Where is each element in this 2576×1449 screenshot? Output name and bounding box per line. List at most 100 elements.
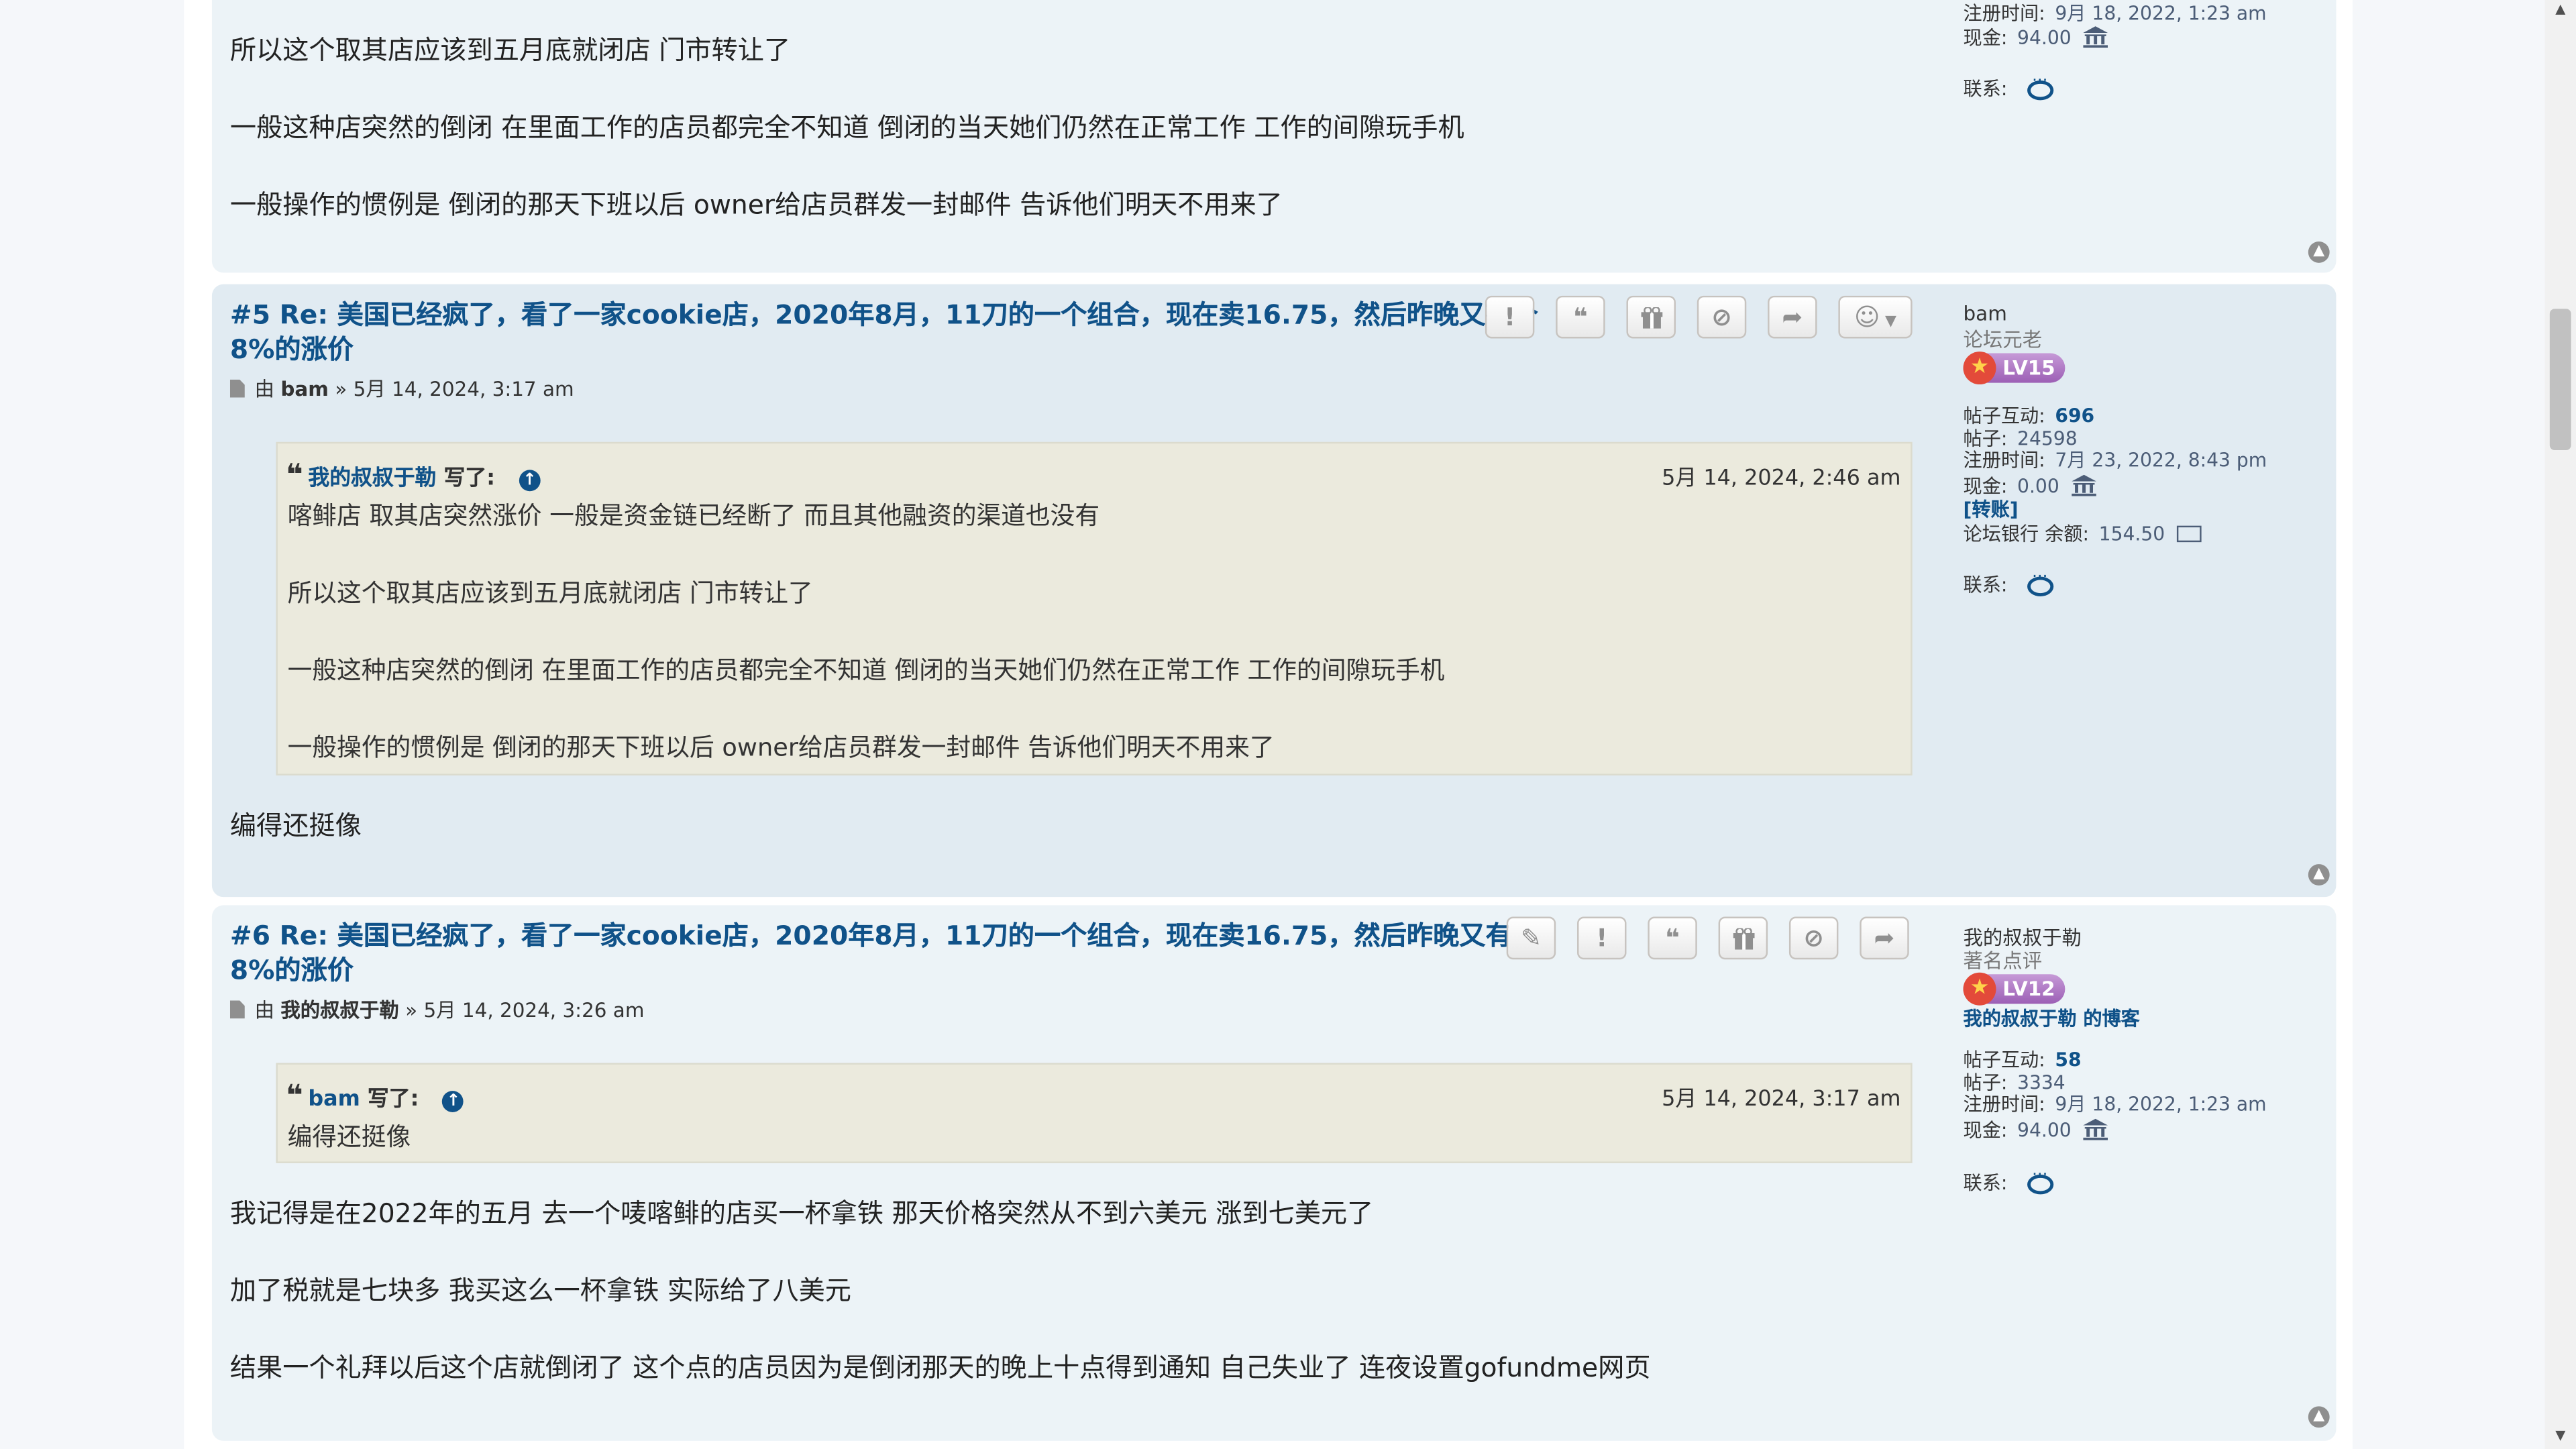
quote-icon: ❝	[286, 1079, 304, 1114]
post-title[interactable]: #6 Re: 美国已经疯了，看了一家cookie店，2020年8月，11刀的一个…	[230, 918, 1577, 987]
date-separator: »	[405, 998, 418, 1022]
cash-value: 0.00	[2017, 474, 2059, 498]
post-paragraph: 一般操作的惯例是 倒闭的那天下班以后 owner给店员群发一封邮件 告诉他们明天…	[229, 189, 1283, 221]
quote-button[interactable]: ❝	[1648, 916, 1697, 960]
quote-button[interactable]: ❝	[1556, 295, 1605, 339]
quote-author[interactable]: bam	[308, 1087, 360, 1112]
post-6: #6 Re: 美国已经疯了，看了一家cookie店，2020年8月，11刀的一个…	[211, 905, 2337, 1441]
author-link[interactable]: 我的叔叔于勒	[280, 999, 398, 1022]
go-to-post-icon[interactable]: ↑	[442, 1091, 464, 1112]
level-label: LV12	[2002, 977, 2055, 1001]
cash-label: 现金:	[1963, 1118, 2008, 1142]
scroll-up-arrow[interactable]: ▲	[2551, 1, 2569, 17]
cash-row: 现金: 94.00	[1964, 25, 2109, 51]
quote-paragraph: 一般操作的惯例是 倒闭的那天下班以后 owner给店员群发一封邮件 告诉他们明天…	[287, 733, 1275, 763]
bank-icon	[2084, 1118, 2109, 1140]
reg-row: 注册时间: 9月 18, 2022, 1:23 am	[1964, 0, 2267, 26]
transfer-link[interactable]: [转账]	[1964, 496, 2019, 523]
star-icon: ★	[1963, 972, 1996, 1006]
quote-wrote: 写了:	[443, 466, 495, 492]
quote-wrote: 写了:	[367, 1087, 419, 1112]
edit-button[interactable]: ✎	[1506, 916, 1556, 960]
back-to-top-icon[interactable]: ▲	[2308, 241, 2330, 263]
blog-link[interactable]: 我的叔叔于勒 的博客	[1964, 1006, 2140, 1032]
block-button[interactable]: ⊘	[1697, 295, 1747, 339]
contact-label: 联系:	[1963, 77, 2008, 101]
money-icon	[2177, 525, 2202, 543]
contact-label: 联系:	[1963, 1171, 2008, 1195]
report-button[interactable]: !	[1577, 916, 1627, 960]
interactions-value[interactable]: 58	[2055, 1048, 2081, 1071]
quote-date: 5月 14, 2024, 3:17 am	[1662, 1087, 1901, 1112]
reg-label: 注册时间:	[1963, 1092, 2045, 1116]
interactions-label: 帖子互动:	[1963, 404, 2045, 427]
quote-icon: ❝	[286, 458, 304, 493]
post-body: 编得还挺像	[229, 810, 362, 841]
post-5: #5 Re: 美国已经疯了，看了一家cookie店，2020年8月，11刀的一个…	[211, 284, 2337, 898]
profile-rank: 著名点评	[1963, 949, 2043, 973]
gift-icon	[1640, 306, 1662, 329]
quote-header: ❝ bam 写了: ↑	[286, 1079, 464, 1114]
interactions-value[interactable]: 696	[2055, 404, 2094, 427]
contact-icon[interactable]	[2027, 72, 2053, 101]
quote-author[interactable]: 我的叔叔于勒	[308, 467, 436, 492]
post-icon	[229, 379, 245, 398]
reg-value: 9月 18, 2022, 1:23 am	[2055, 1, 2267, 25]
back-to-top-icon[interactable]: ▲	[2308, 864, 2330, 885]
post-title-line[interactable]: #6 Re: 美国已经疯了，看了一家cookie店，2020年8月，11刀的一个…	[230, 918, 1569, 953]
block-button[interactable]: ⊘	[1788, 916, 1839, 960]
level-badge: ★ LV15	[1963, 350, 2065, 385]
contact-icon[interactable]	[2027, 568, 2053, 596]
date-separator: »	[335, 378, 347, 401]
profile-username[interactable]: bam	[1964, 303, 2007, 325]
quote-paragraph: 编得还挺像	[287, 1122, 411, 1152]
quote-header: ❝ 我的叔叔于勒 写了: ↑	[286, 458, 541, 493]
by-label: 由	[254, 998, 275, 1022]
post-4: 所以这个取其店应该到五月底就闭店 门市转让了 一般这种店突然的倒闭 在里面工作的…	[211, 0, 2337, 273]
quote-paragraph: 喀鲱店 取其店突然涨价 一般是资金链已经断了 而且其他融资的渠道也没有	[287, 500, 1100, 531]
post-paragraph: 加了税就是七块多 我买这么一杯拿铁 实际给了八美元	[229, 1275, 852, 1306]
go-to-post-icon[interactable]: ↑	[519, 470, 541, 492]
bank-row: 论坛银行 余额: 154.50	[1964, 521, 2202, 547]
contact-label: 联系:	[1963, 573, 2008, 596]
back-to-top-icon[interactable]: ▲	[2308, 1406, 2330, 1428]
report-button[interactable]: !	[1485, 295, 1535, 339]
level-badge: ★ LV12	[1963, 971, 2065, 1006]
cash-label: 现金:	[1963, 474, 2008, 498]
reg-label: 注册时间:	[1963, 448, 2045, 472]
contact-row: 联系:	[1963, 72, 2053, 102]
scrollbar-thumb[interactable]	[2549, 309, 2571, 451]
interactions-label: 帖子互动:	[1963, 1048, 2045, 1071]
post-title-line[interactable]: 8%的涨价	[230, 953, 1577, 987]
reaction-button[interactable]: ☺ ▼	[1838, 295, 1913, 339]
gift-button[interactable]	[1626, 295, 1676, 339]
quote-block: ❝ bam 写了: ↑ 5月 14, 2024, 3:17 am 编得还挺像	[276, 1063, 1913, 1163]
author-line: 由 bam » 5月 14, 2024, 3:17 am	[229, 374, 574, 402]
author-line: 由 我的叔叔于勒 » 5月 14, 2024, 3:26 am	[229, 996, 645, 1024]
quote-block: ❝ 我的叔叔于勒 写了: ↑ 5月 14, 2024, 2:46 am 喀鲱店 取…	[276, 441, 1913, 775]
cash-row: 现金: 94.00	[1964, 1117, 2109, 1143]
post-title[interactable]: #5 Re: 美国已经疯了，看了一家cookie店，2020年8月，11刀的一个…	[230, 297, 1577, 366]
gift-button[interactable]	[1718, 916, 1768, 960]
cash-label: 现金:	[1963, 26, 2008, 50]
share-button[interactable]: ➦	[1768, 295, 1817, 339]
contact-icon[interactable]	[2027, 1167, 2053, 1195]
scroll-down-arrow[interactable]: ▼	[2551, 1428, 2569, 1444]
share-button[interactable]: ➦	[1860, 916, 1909, 960]
quote-paragraph: 一般这种店突然的倒闭 在里面工作的店员都完全不知道 倒闭的当天她们仍然在正常工作…	[287, 655, 1445, 686]
scrollbar-track[interactable]	[2544, 0, 2576, 1449]
bank-icon	[2084, 26, 2109, 48]
bank-label: 论坛银行 余额:	[1963, 522, 2089, 546]
reg-row: 注册时间: 7月 23, 2022, 8:43 pm	[1964, 447, 2267, 473]
by-label: 由	[254, 378, 275, 401]
quote-date: 5月 14, 2024, 2:46 am	[1662, 466, 1901, 492]
author-link[interactable]: bam	[280, 378, 329, 400]
post-title-line[interactable]: 8%的涨价	[230, 332, 1577, 366]
profile-rank: 论坛元老	[1963, 328, 2043, 352]
contact-row: 联系:	[1963, 1167, 2053, 1196]
post-paragraph: 一般这种店突然的倒闭 在里面工作的店员都完全不知道 倒闭的当天她们仍然在正常工作…	[229, 111, 1464, 144]
smiley-icon: ☺	[1854, 302, 1880, 332]
reg-value: 9月 18, 2022, 1:23 am	[2055, 1092, 2267, 1116]
bank-value: 154.50	[2098, 522, 2165, 546]
post-title-line[interactable]: #5 Re: 美国已经疯了，看了一家cookie店，2020年8月，11刀的一个…	[230, 297, 1577, 331]
